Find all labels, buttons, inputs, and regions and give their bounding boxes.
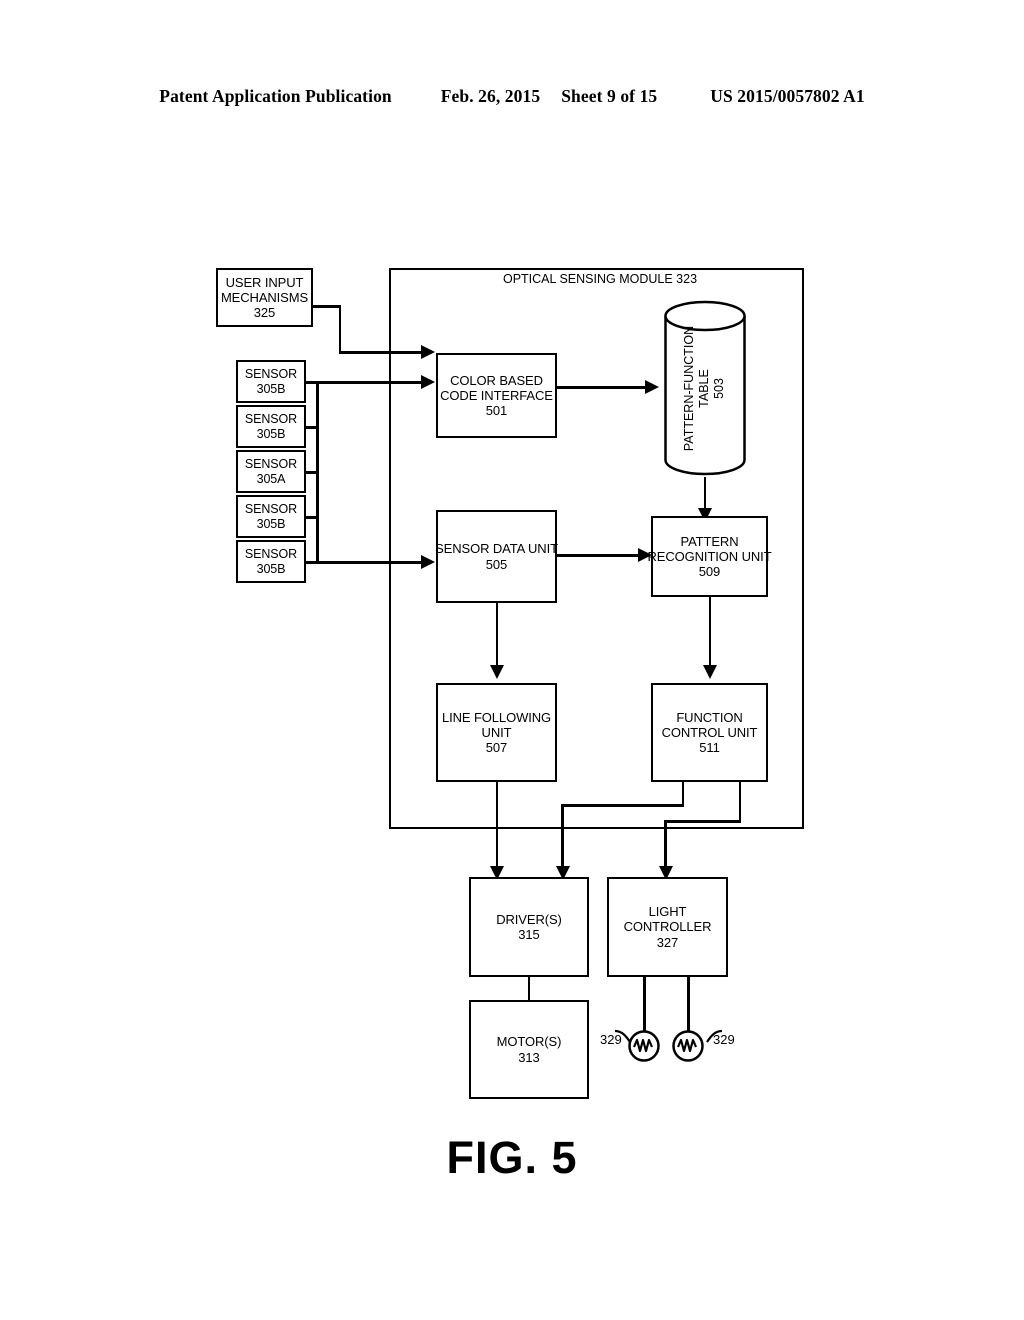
figure-caption: FIG. 5 xyxy=(446,1132,578,1183)
sensor-4-label: SENSOR xyxy=(244,501,298,516)
lamp-2-ref: 329 xyxy=(713,1032,735,1047)
drivers-line1: DRIVER(S) xyxy=(496,911,562,927)
sensor-4-ref: 305B xyxy=(256,516,286,531)
line-following-line1: LINE FOLLOWING xyxy=(441,709,552,725)
edge-light-controller-to-lamp-2 xyxy=(687,977,690,1031)
edge-user-input-h2 xyxy=(338,351,423,354)
sensor-2-label: SENSOR xyxy=(244,411,298,426)
code-interface-line2: CODE INTERFACE xyxy=(440,387,553,403)
node-sensor-2[interactable]: SENSOR 305B xyxy=(236,405,306,448)
edge-fcu-light-v1 xyxy=(738,782,741,822)
edge-fcu-drivers-v1 xyxy=(681,782,684,806)
pattern-recognition-line1: PATTERN xyxy=(680,533,739,549)
sensor-5-ref: 305B xyxy=(256,561,286,576)
node-sensor-5[interactable]: SENSOR 305B xyxy=(236,540,306,583)
edge-sensor-data-to-line-following xyxy=(495,603,498,673)
edge-line-following-to-drivers xyxy=(495,782,498,875)
edge-user-input-h1 xyxy=(313,305,341,308)
edge-code-interface-to-table xyxy=(557,386,646,389)
edge-fcu-light-h xyxy=(664,820,741,823)
code-interface-ref: 501 xyxy=(485,403,508,419)
drivers-ref: 315 xyxy=(518,927,540,942)
arrow-sensors-to-sensor-data-unit xyxy=(421,555,435,569)
node-color-based-code-interface[interactable]: COLOR BASED CODE INTERFACE 501 xyxy=(436,353,557,438)
pattern-recognition-ref: 509 xyxy=(698,564,721,580)
line-following-ref: 507 xyxy=(485,740,508,756)
node-pattern-recognition-unit[interactable]: PATTERN RECOGNITION UNIT 509 xyxy=(647,516,772,597)
sensor-data-unit-line1: SENSOR DATA UNIT xyxy=(435,541,558,557)
module-title-text: OPTICAL SENSING MODULE xyxy=(502,272,673,286)
arrow-code-interface-to-table xyxy=(645,380,659,394)
arrow-sensors-to-code-interface xyxy=(421,375,435,389)
arrow-pattern-recognition-to-function-control xyxy=(703,665,717,679)
arrow-user-input-to-code-interface xyxy=(421,345,435,359)
edge-fcu-drivers-v2 xyxy=(561,804,564,875)
sensor-1-ref: 305B xyxy=(256,381,286,396)
function-control-ref: 511 xyxy=(699,740,720,756)
lamp-1-ref: 329 xyxy=(600,1032,622,1047)
sensor-1-label: SENSOR xyxy=(244,366,298,381)
light-controller-line2: CONTROLLER xyxy=(623,919,712,935)
node-sensor-3[interactable]: SENSOR 305A xyxy=(236,450,306,493)
edge-sensors-to-sensor-data-unit xyxy=(316,561,423,564)
node-sensor-1[interactable]: SENSOR 305B xyxy=(236,360,306,403)
edge-pattern-recognition-to-function-control xyxy=(708,597,711,673)
user-input-line2: MECHANISMS xyxy=(220,289,309,305)
module-title-ref: 323 xyxy=(676,272,698,286)
edge-sensors-to-code-interface xyxy=(316,381,423,384)
motors-ref: 313 xyxy=(518,1049,540,1065)
edge-user-input-v xyxy=(338,305,341,353)
node-function-control-unit[interactable]: FUNCTION CONTROL UNIT 511 xyxy=(651,683,768,782)
line-following-line2: UNIT xyxy=(481,724,512,740)
sensor-2-ref: 305B xyxy=(256,426,286,441)
light-controller-ref: 327 xyxy=(656,934,679,950)
node-motors[interactable]: MOTOR(S) 313 xyxy=(469,1000,589,1099)
sensor-bus-vertical xyxy=(316,381,319,564)
node-drivers[interactable]: DRIVER(S) 315 xyxy=(469,877,589,977)
sensor-data-unit-ref: 505 xyxy=(485,556,508,572)
edge-sensor-data-to-pattern-recognition xyxy=(557,554,639,557)
motors-line1: MOTOR(S) xyxy=(496,1034,562,1050)
code-interface-line1: COLOR BASED xyxy=(450,372,543,388)
sensor-3-label: SENSOR xyxy=(244,456,298,471)
edge-fcu-drivers-h xyxy=(561,804,684,807)
node-light-controller[interactable]: LIGHT CONTROLLER 327 xyxy=(607,877,728,977)
pattern-recognition-line2: RECOGNITION UNIT xyxy=(647,548,772,564)
sensor-5-label: SENSOR xyxy=(244,546,298,561)
node-sensor-data-unit[interactable]: SENSOR DATA UNIT 505 xyxy=(435,510,558,603)
light-controller-line1: LIGHT xyxy=(648,904,687,919)
edge-drivers-to-motors xyxy=(527,977,530,1000)
patent-figure-5: OPTICAL SENSING MODULE 323 USER INPUT ME… xyxy=(0,0,1024,1320)
node-pattern-function-table[interactable] xyxy=(663,299,747,477)
user-input-ref: 325 xyxy=(253,305,276,321)
sensor-3-ref: 305A xyxy=(256,471,286,486)
function-control-line2: CONTROL UNIT xyxy=(661,724,758,740)
function-control-line1: FUNCTION xyxy=(676,709,743,725)
optical-sensing-module-title: OPTICAL SENSING MODULE 323 xyxy=(440,272,760,288)
user-input-line1: USER INPUT xyxy=(225,274,304,290)
node-sensor-4[interactable]: SENSOR 305B xyxy=(236,495,306,538)
node-line-following-unit[interactable]: LINE FOLLOWING UNIT 507 xyxy=(436,683,557,782)
edge-light-controller-to-lamp-1 xyxy=(643,977,646,1031)
arrow-sensor-data-to-line-following xyxy=(490,665,504,679)
node-user-input-mechanisms[interactable]: USER INPUT MECHANISMS 325 xyxy=(216,268,313,327)
